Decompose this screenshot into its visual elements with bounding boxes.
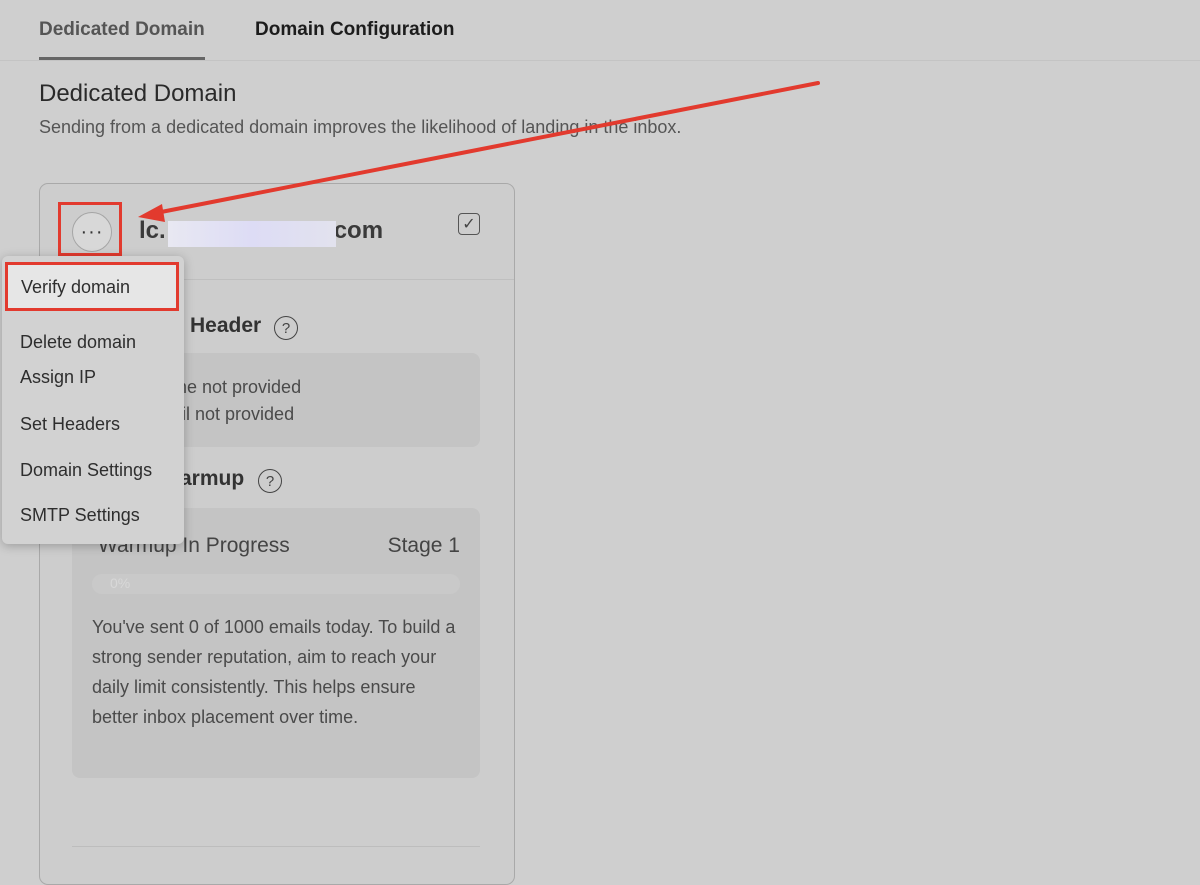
page-subtitle: Sending from a dedicated domain improves… <box>39 117 682 137</box>
warmup-help-icon[interactable]: ? <box>258 469 282 493</box>
warmup-progress-label: 0% <box>110 575 131 591</box>
verify-domain-label: Verify domain <box>21 277 131 297</box>
tab-bar: Dedicated Domain Domain Configuration <box>0 0 1200 61</box>
header-name-status: me not provided <box>172 377 302 397</box>
menu-item-verify-domain[interactable]: Verify domain <box>5 262 179 311</box>
redaction-block <box>168 221 336 247</box>
menu-item-assign-ip[interactable]: Assign IP <box>20 367 96 388</box>
warmup-stage: Stage 1 <box>387 534 460 557</box>
highlight-box-more-button <box>58 202 122 256</box>
warmup-description: You've sent 0 of 1000 emails today. To b… <box>92 617 456 727</box>
tab-dedicated-domain[interactable]: Dedicated Domain <box>39 19 205 60</box>
domain-prefix: lc. <box>139 217 166 244</box>
card-divider <box>72 846 480 847</box>
warmup-progress-bar: 0% <box>92 574 460 594</box>
header-section-title: Header <box>190 314 262 337</box>
header-email-status: ail not provided <box>172 404 295 424</box>
warmup-section-title: armup <box>180 467 245 490</box>
page-title: Dedicated Domain <box>39 80 237 107</box>
menu-item-delete-domain[interactable]: Delete domain <box>20 332 136 353</box>
header-help-icon[interactable]: ? <box>274 316 298 340</box>
menu-item-domain-settings[interactable]: Domain Settings <box>20 460 152 481</box>
menu-item-set-headers[interactable]: Set Headers <box>20 414 120 435</box>
domain-suffix: com <box>333 217 384 244</box>
warmup-box: Warmup In Progress Stage 1 0% You've sen… <box>72 508 480 778</box>
tab-domain-configuration[interactable]: Domain Configuration <box>255 19 454 41</box>
menu-item-smtp-settings[interactable]: SMTP Settings <box>20 505 140 526</box>
domain-select-checkbox[interactable]: ✓ <box>458 213 480 235</box>
